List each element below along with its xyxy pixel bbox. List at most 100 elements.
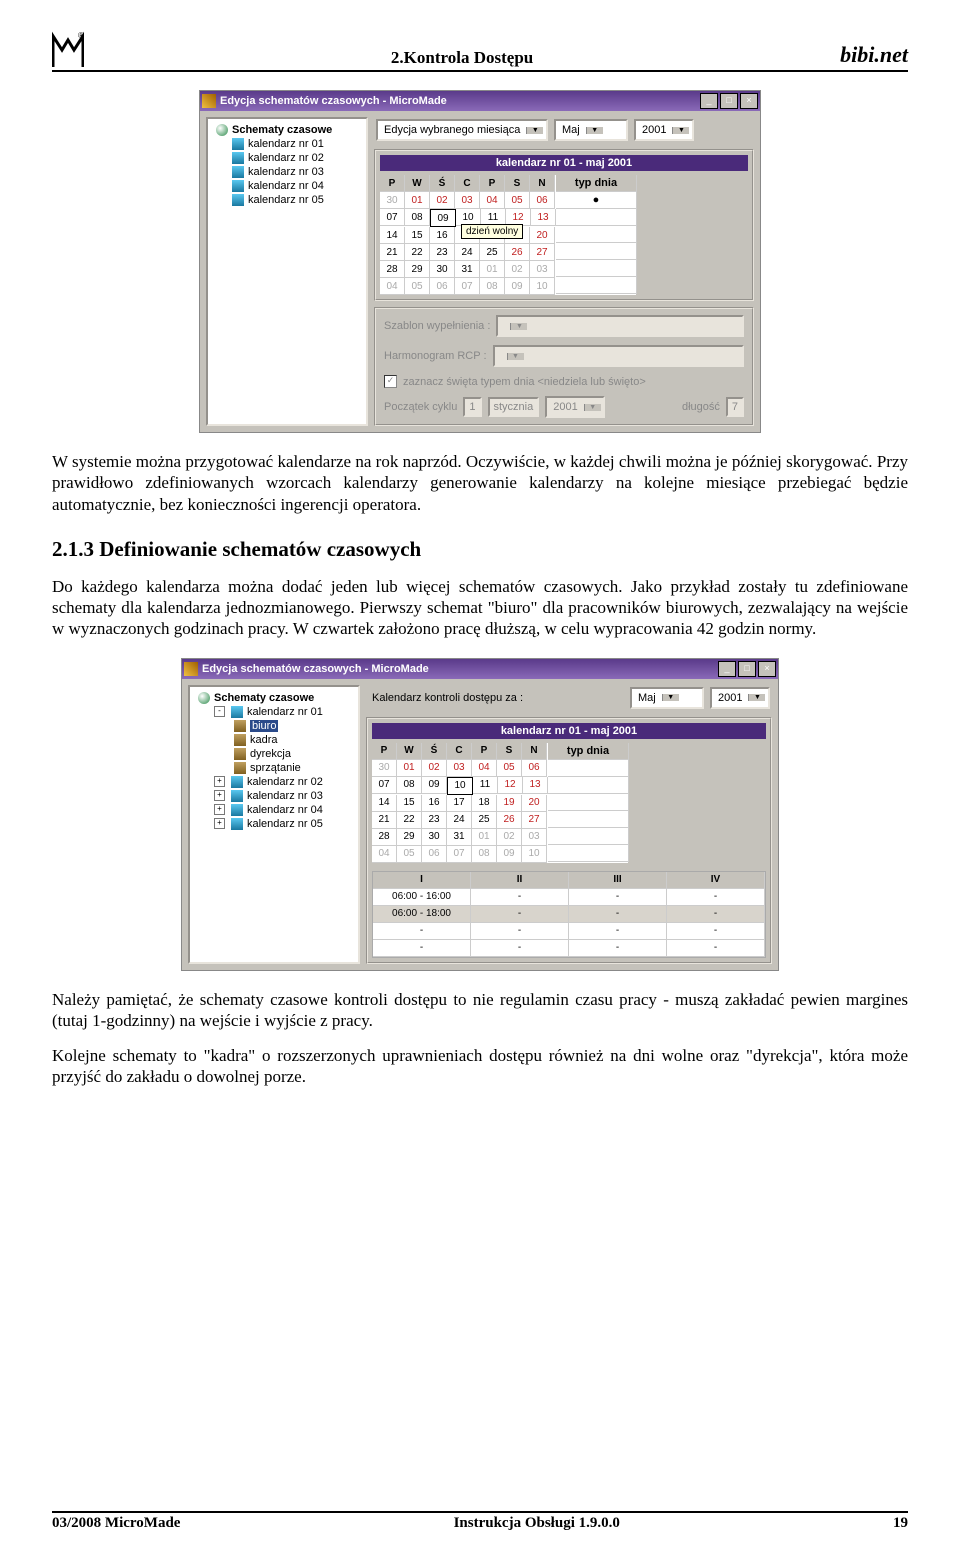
tree-panel: Schematy czasowe kalendarz nr 01kalendar… [206,117,368,426]
expand-icon[interactable]: + [214,790,225,801]
calendar-icon [232,180,244,192]
month-combo[interactable]: Maj▼ [630,687,704,709]
calendar-icon [231,776,243,788]
footer-left: 03/2008 MicroMade [52,1515,180,1532]
minimize-button[interactable]: _ [718,661,736,677]
paragraph-4: Kolejne schematy to "kadra" o rozszerzon… [52,1045,908,1088]
schema-icon [234,762,246,774]
screenshot-1: Edycja schematów czasowych - MicroMade _… [199,90,761,433]
calendar-panel: kalendarz nr 01 - maj 2001 PWŚCPSN300102… [374,149,754,301]
close-button[interactable]: × [758,661,776,677]
month-combo[interactable]: Maj▼ [554,119,628,141]
schema-icon [234,734,246,746]
calendar-title: kalendarz nr 01 - maj 2001 [380,155,748,171]
mode-label: Kalendarz kontroli dostępu za : [368,692,523,704]
calendar-grid[interactable]: PWŚCPSN300102030405060708091011121314151… [372,743,548,863]
tree-item[interactable]: kalendarz nr 05 [212,193,362,207]
length-label: długość [682,401,720,413]
tree-item[interactable]: +kalendarz nr 05 [194,817,354,831]
cycle-year: 2001▼ [545,396,605,418]
calendar-icon [232,152,244,164]
schema-icon [234,720,246,732]
globe-icon [216,124,228,136]
paragraph-2: Do każdego kalendarza można dodać jeden … [52,576,908,640]
globe-icon [198,692,210,704]
chevron-down-icon: ▼ [526,127,543,134]
minimize-button[interactable]: _ [700,93,718,109]
maximize-button[interactable]: □ [720,93,738,109]
chevron-down-icon: ▼ [586,127,603,134]
header-title: 2.Kontrola Dostępu [84,48,840,68]
tree-item[interactable]: kalendarz nr 03 [212,165,362,179]
szablon-label: Szablon wypełnienia : [384,320,490,332]
harmonogram-combo: ▼ [493,345,745,367]
tree-subitem[interactable]: biuro [194,719,354,733]
paragraph-3: Należy pamiętać, że schematy czasowe kon… [52,989,908,1032]
expand-icon[interactable]: + [214,818,225,829]
tree-subitem[interactable]: sprzątanie [194,761,354,775]
year-combo[interactable]: 2001▼ [634,119,694,141]
tree-root[interactable]: Schematy czasowe [212,123,362,137]
app-icon [184,662,198,676]
tree-subitem[interactable]: dyrekcja [194,747,354,761]
collapse-icon[interactable]: - [214,706,225,717]
options-panel: Szablon wypełnienia : ▼ Harmonogram RCP :… [374,307,754,426]
daytype-column: typ dnia [556,175,636,295]
calendar-icon [232,166,244,178]
calendar-icon [231,818,243,830]
maximize-button[interactable]: □ [738,661,756,677]
tree-item[interactable]: +kalendarz nr 03 [194,789,354,803]
page-header: ® 2.Kontrola Dostępu bibi.net [52,30,908,72]
cycle-month: stycznia [488,397,540,417]
chevron-down-icon: ▼ [662,694,679,701]
holidays-checkbox: ✓ [384,375,397,388]
holidays-label: zaznacz święta typem dnia <niedziela lub… [403,376,646,388]
tree-panel: Schematy czasowe -kalendarz nr 01 biurok… [188,685,360,964]
window-titlebar: Edycja schematów czasowych - MicroMade _… [182,659,778,679]
calendar-icon [231,804,243,816]
window-title: Edycja schematów czasowych - MicroMade [202,663,718,675]
calendar-icon [232,138,244,150]
window-titlebar: Edycja schematów czasowych - MicroMade _… [200,91,760,111]
tree-item[interactable]: kalendarz nr 01 [212,137,362,151]
calendar-title: kalendarz nr 01 - maj 2001 [372,723,766,739]
expand-icon[interactable]: + [214,804,225,815]
calendar-panel: kalendarz nr 01 - maj 2001 PWŚCPSN300102… [366,717,772,964]
calendar-icon [231,790,243,802]
tree-item[interactable]: -kalendarz nr 01 [194,705,354,719]
window-title: Edycja schematów czasowych - MicroMade [220,95,700,107]
calendar-grid[interactable]: PWŚCPSN30010203040506070809dzień wolny10… [380,175,556,295]
length-value: 7 [726,397,744,417]
header-brand: bibi.net [840,42,908,68]
mode-combo[interactable]: Edycja wybranego miesiąca▼ [376,119,548,141]
tree-root[interactable]: Schematy czasowe [194,691,354,705]
harmonogram-label: Harmonogram RCP : [384,350,487,362]
footer-right: 19 [893,1515,908,1532]
logo-icon: ® [52,30,84,68]
footer-center: Instrukcja Obsługi 1.9.0.0 [454,1515,620,1532]
timeslot-table[interactable]: IIIIIIIV 06:00 - 16:00--- 06:00 - 18:00-… [372,871,766,958]
calendar-icon [232,194,244,206]
close-button[interactable]: × [740,93,758,109]
tree-subitem[interactable]: kadra [194,733,354,747]
screenshot-2: Edycja schematów czasowych - MicroMade _… [181,658,779,971]
chevron-down-icon: ▼ [672,127,689,134]
tree-item[interactable]: kalendarz nr 04 [212,179,362,193]
calendar-icon [231,706,243,718]
cycle-start-label: Początek cyklu [384,401,457,413]
svg-text:®: ® [78,31,84,40]
paragraph-1: W systemie można przygotować kalendarze … [52,451,908,515]
tree-item[interactable]: +kalendarz nr 02 [194,775,354,789]
schema-icon [234,748,246,760]
chevron-down-icon: ▼ [748,694,765,701]
daytype-column: typ dnia [548,743,628,863]
section-heading: 2.1.3 Definiowanie schematów czasowych [52,537,908,562]
cycle-day: 1 [463,397,481,417]
szablon-combo: ▼ [496,315,744,337]
tree-item[interactable]: +kalendarz nr 04 [194,803,354,817]
app-icon [202,94,216,108]
year-combo[interactable]: 2001▼ [710,687,770,709]
page-footer: 03/2008 MicroMade Instrukcja Obsługi 1.9… [52,1511,908,1532]
expand-icon[interactable]: + [214,776,225,787]
tree-item[interactable]: kalendarz nr 02 [212,151,362,165]
